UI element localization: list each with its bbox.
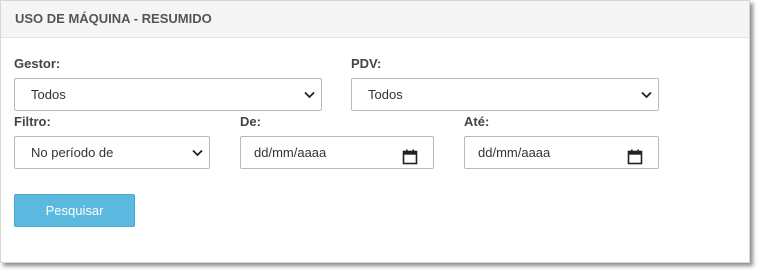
pdv-select[interactable]: Todos bbox=[351, 78, 659, 111]
de-date-placeholder: dd/mm/aaaa bbox=[254, 145, 327, 160]
gestor-label: Gestor: bbox=[14, 56, 61, 71]
chevron-down-icon bbox=[191, 137, 203, 168]
chevron-down-icon bbox=[640, 79, 652, 110]
report-panel: USO DE MÁQUINA - RESUMIDO Gestor: Todos … bbox=[0, 0, 750, 263]
filtro-select[interactable]: No período de bbox=[14, 136, 210, 169]
ate-date-input[interactable]: dd/mm/aaaa bbox=[464, 136, 659, 169]
ate-label: Até: bbox=[464, 114, 490, 129]
gestor-select-value: Todos bbox=[31, 87, 66, 102]
de-date-input[interactable]: dd/mm/aaaa bbox=[240, 136, 434, 169]
filtro-select-value: No período de bbox=[31, 145, 114, 160]
chevron-down-icon bbox=[303, 79, 315, 110]
pdv-select-value: Todos bbox=[368, 87, 403, 102]
de-label: De: bbox=[240, 114, 261, 129]
calendar-icon[interactable] bbox=[402, 145, 418, 165]
panel-title: USO DE MÁQUINA - RESUMIDO bbox=[1, 1, 749, 38]
gestor-select[interactable]: Todos bbox=[14, 78, 322, 111]
search-button[interactable]: Pesquisar bbox=[14, 194, 135, 227]
filtro-label: Filtro: bbox=[14, 114, 51, 129]
ate-date-placeholder: dd/mm/aaaa bbox=[478, 145, 551, 160]
pdv-label: PDV: bbox=[351, 56, 382, 71]
calendar-icon[interactable] bbox=[627, 145, 643, 165]
